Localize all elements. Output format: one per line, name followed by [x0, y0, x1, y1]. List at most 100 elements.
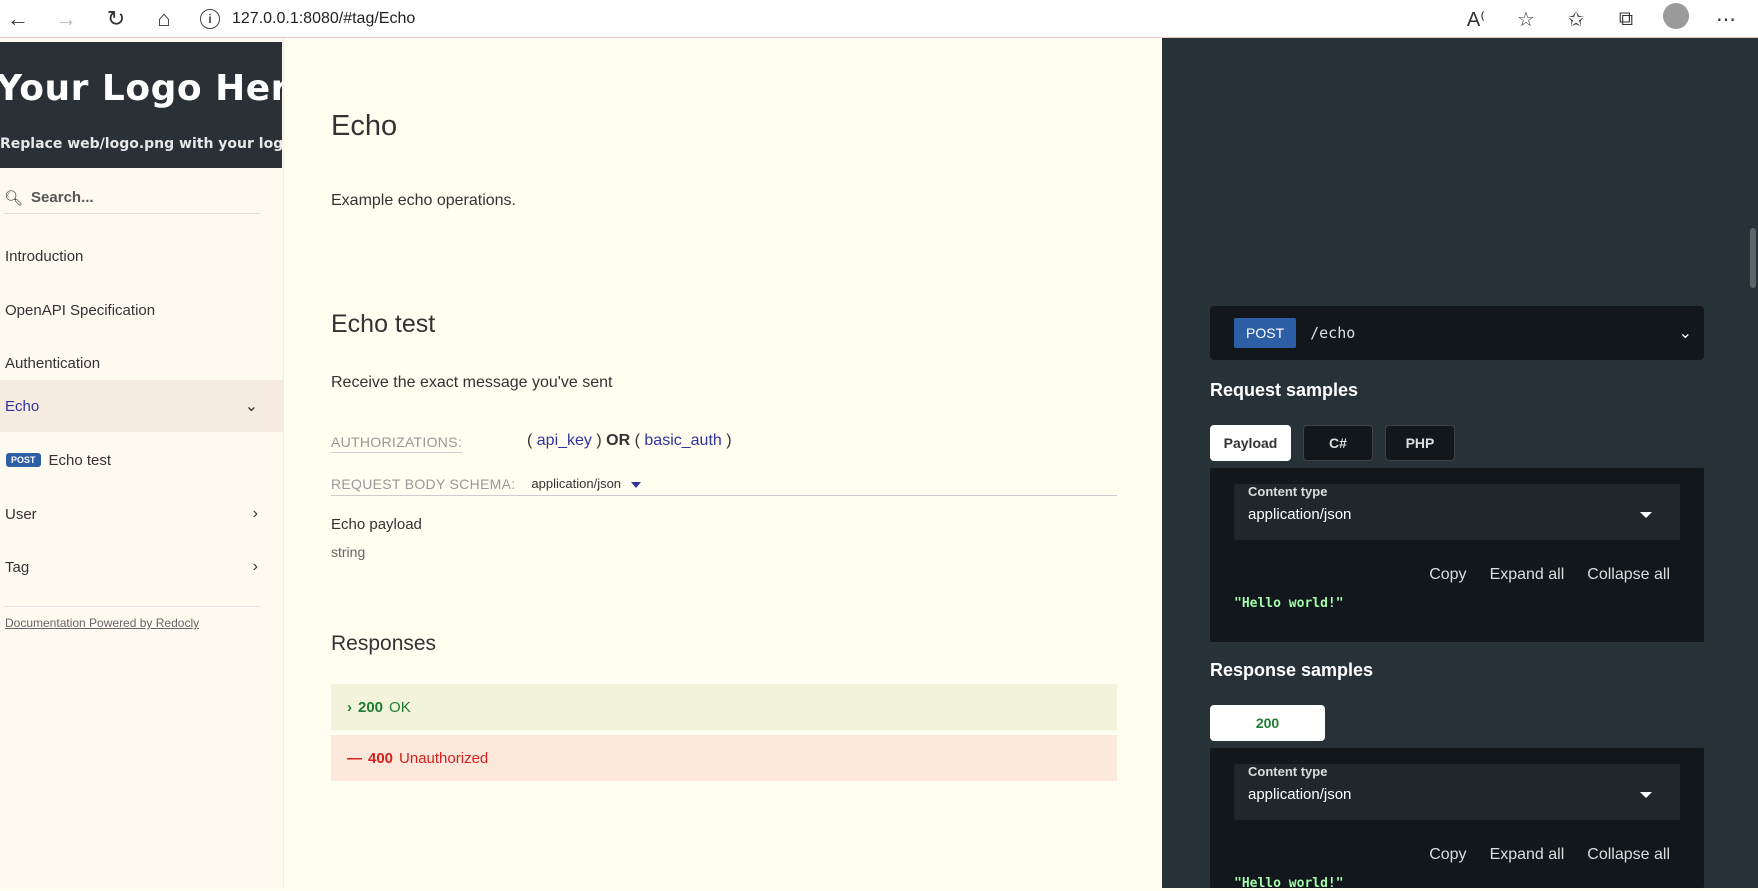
response-400[interactable]: — 400 Unauthorized: [331, 735, 1117, 781]
chevron-right-icon: ›: [252, 505, 258, 522]
sidebar-item-echo[interactable]: Echo ⌄: [0, 380, 284, 432]
sidebar-item-tag[interactable]: Tag ›: [0, 541, 284, 593]
page-scrollbar[interactable]: [1744, 38, 1758, 888]
back-icon[interactable]: ←: [0, 4, 36, 34]
sidebar-item-label: Echo test: [48, 451, 112, 469]
auth-paren-close: ): [596, 432, 602, 449]
operation-title: Echo test: [331, 310, 436, 338]
chevron-down-icon: ⌄: [1678, 325, 1692, 342]
sidebar: Your Logo Here Replace web/logo.png with…: [0, 38, 284, 888]
content-type-select[interactable]: Content type application/json: [1234, 764, 1680, 820]
caret-down-icon: [1640, 792, 1652, 798]
powered-by-link[interactable]: Documentation Powered by Redocly: [5, 616, 199, 630]
content-type-select[interactable]: Content type application/json: [1234, 484, 1680, 540]
expand-all-button[interactable]: Expand all: [1490, 566, 1565, 584]
content-type-value: application/json: [1248, 506, 1352, 523]
chevron-right-icon: ›: [347, 698, 352, 716]
logo-subtitle: Replace web/logo.png with your logo: [0, 136, 282, 152]
expand-all-button[interactable]: Expand all: [1490, 846, 1565, 864]
authorizations-value: ( api_key ) OR ( basic_auth ): [527, 432, 732, 450]
tab-payload[interactable]: Payload: [1210, 425, 1291, 461]
tab-response-200[interactable]: 200: [1210, 705, 1325, 741]
sidebar-item-label: Introduction: [5, 247, 84, 265]
sidebar-item-label: Tag: [5, 558, 30, 576]
sample-actions: Copy Expand all Collapse all: [1429, 566, 1670, 584]
address-bar[interactable]: i 127.0.0.1:8080/#tag/Echo: [200, 4, 415, 34]
read-aloud-icon[interactable]: A⁽: [1460, 7, 1492, 32]
add-favorite-icon[interactable]: ☆: [1510, 7, 1542, 32]
sidebar-item-label: OpenAPI Specification: [5, 301, 156, 319]
auth-paren-open: (: [527, 432, 533, 449]
auth-or: OR: [606, 432, 631, 449]
dash-icon: —: [347, 749, 362, 767]
home-icon[interactable]: ⌂: [146, 4, 182, 34]
tab-php[interactable]: PHP: [1385, 425, 1455, 461]
response-200[interactable]: › 200 OK: [331, 684, 1117, 730]
operation-description: Receive the exact message you've sent: [331, 374, 613, 391]
forward-icon[interactable]: →: [48, 4, 84, 34]
content-type-label: Content type: [1248, 484, 1328, 499]
collections-icon[interactable]: ⧉: [1610, 8, 1642, 31]
basic-auth-link[interactable]: basic_auth: [644, 432, 721, 449]
response-code: "Hello world!": [1234, 876, 1344, 891]
caret-down-icon: [631, 481, 642, 488]
sidebar-item-label: User: [5, 505, 37, 523]
copy-button[interactable]: Copy: [1429, 846, 1466, 864]
endpoint-path: /echo: [1310, 324, 1356, 342]
sidebar-item-label: Echo: [5, 397, 40, 415]
request-body-label: REQUEST BODY SCHEMA:: [331, 475, 516, 492]
section-title: Echo: [331, 110, 398, 142]
search-icon: 🔍︎: [4, 189, 24, 207]
collapse-all-button[interactable]: Collapse all: [1587, 566, 1670, 584]
copy-button[interactable]: Copy: [1429, 566, 1466, 584]
response-samples-title: Response samples: [1210, 660, 1374, 680]
browser-actions: A⁽ ☆ ✩ ⧉ ⋯: [1460, 0, 1758, 38]
sidebar-item-introduction[interactable]: Introduction: [0, 230, 284, 282]
request-body-type: application/json: [531, 476, 622, 491]
response-code: 200: [358, 698, 384, 716]
profile-icon[interactable]: [1660, 3, 1692, 35]
request-code: "Hello world!": [1234, 596, 1344, 611]
response-text: Unauthorized: [399, 749, 489, 767]
payload-type: string: [331, 544, 366, 560]
sidebar-item-openapi-specification[interactable]: OpenAPI Specification: [0, 284, 284, 336]
search-box: 🔍︎: [4, 182, 260, 214]
sidebar-divider: [4, 606, 260, 607]
info-icon[interactable]: i: [200, 9, 220, 29]
search-input[interactable]: [31, 189, 252, 206]
logo: Your Logo Here Replace web/logo.png with…: [0, 42, 282, 168]
request-sample-box: Content type application/json Copy Expan…: [1210, 468, 1704, 642]
content-type-value: application/json: [1248, 786, 1352, 803]
samples-panel: POST /echo ⌄ Request samples Payload C# …: [1162, 38, 1758, 891]
more-icon[interactable]: ⋯: [1710, 7, 1742, 32]
main-content: Echo Example echo operations. Echo test …: [284, 38, 1162, 888]
scrollbar-thumb[interactable]: [1750, 228, 1756, 288]
api-key-link[interactable]: api_key: [537, 432, 592, 449]
chevron-down-icon: ⌄: [244, 398, 258, 415]
logo-title: Your Logo Here: [0, 68, 282, 109]
url-text[interactable]: 127.0.0.1:8080/#tag/Echo: [232, 10, 415, 28]
endpoint-selector[interactable]: POST /echo ⌄: [1210, 306, 1704, 360]
auth-paren-open: (: [634, 432, 640, 449]
post-badge: POST: [6, 453, 41, 467]
method-badge: POST: [1234, 318, 1297, 348]
request-body-schema: REQUEST BODY SCHEMA: application/json: [331, 472, 1117, 496]
chevron-right-icon: ›: [252, 558, 258, 575]
section-description: Example echo operations.: [331, 192, 516, 209]
sample-actions: Copy Expand all Collapse all: [1429, 846, 1670, 864]
responses-title: Responses: [331, 632, 437, 655]
sidebar-item-label: Authentication: [5, 354, 101, 372]
tab-csharp[interactable]: C#: [1303, 425, 1373, 461]
collapse-all-button[interactable]: Collapse all: [1587, 846, 1670, 864]
favorites-icon[interactable]: ✩: [1560, 7, 1592, 32]
request-body-type-dropdown[interactable]: application/json: [531, 476, 642, 491]
content-type-label: Content type: [1248, 764, 1328, 779]
browser-toolbar: ← → ↻ ⌂ i 127.0.0.1:8080/#tag/Echo A⁽ ☆ …: [0, 0, 1758, 38]
sidebar-item-echo-test[interactable]: POST Echo test: [0, 434, 284, 486]
response-text: OK: [389, 698, 411, 716]
response-code: 400: [368, 749, 394, 767]
payload-name: Echo payload: [331, 516, 422, 533]
authorizations-label: AUTHORIZATIONS:: [331, 434, 463, 453]
reload-icon[interactable]: ↻: [98, 4, 134, 34]
sidebar-item-user[interactable]: User ›: [0, 488, 284, 540]
